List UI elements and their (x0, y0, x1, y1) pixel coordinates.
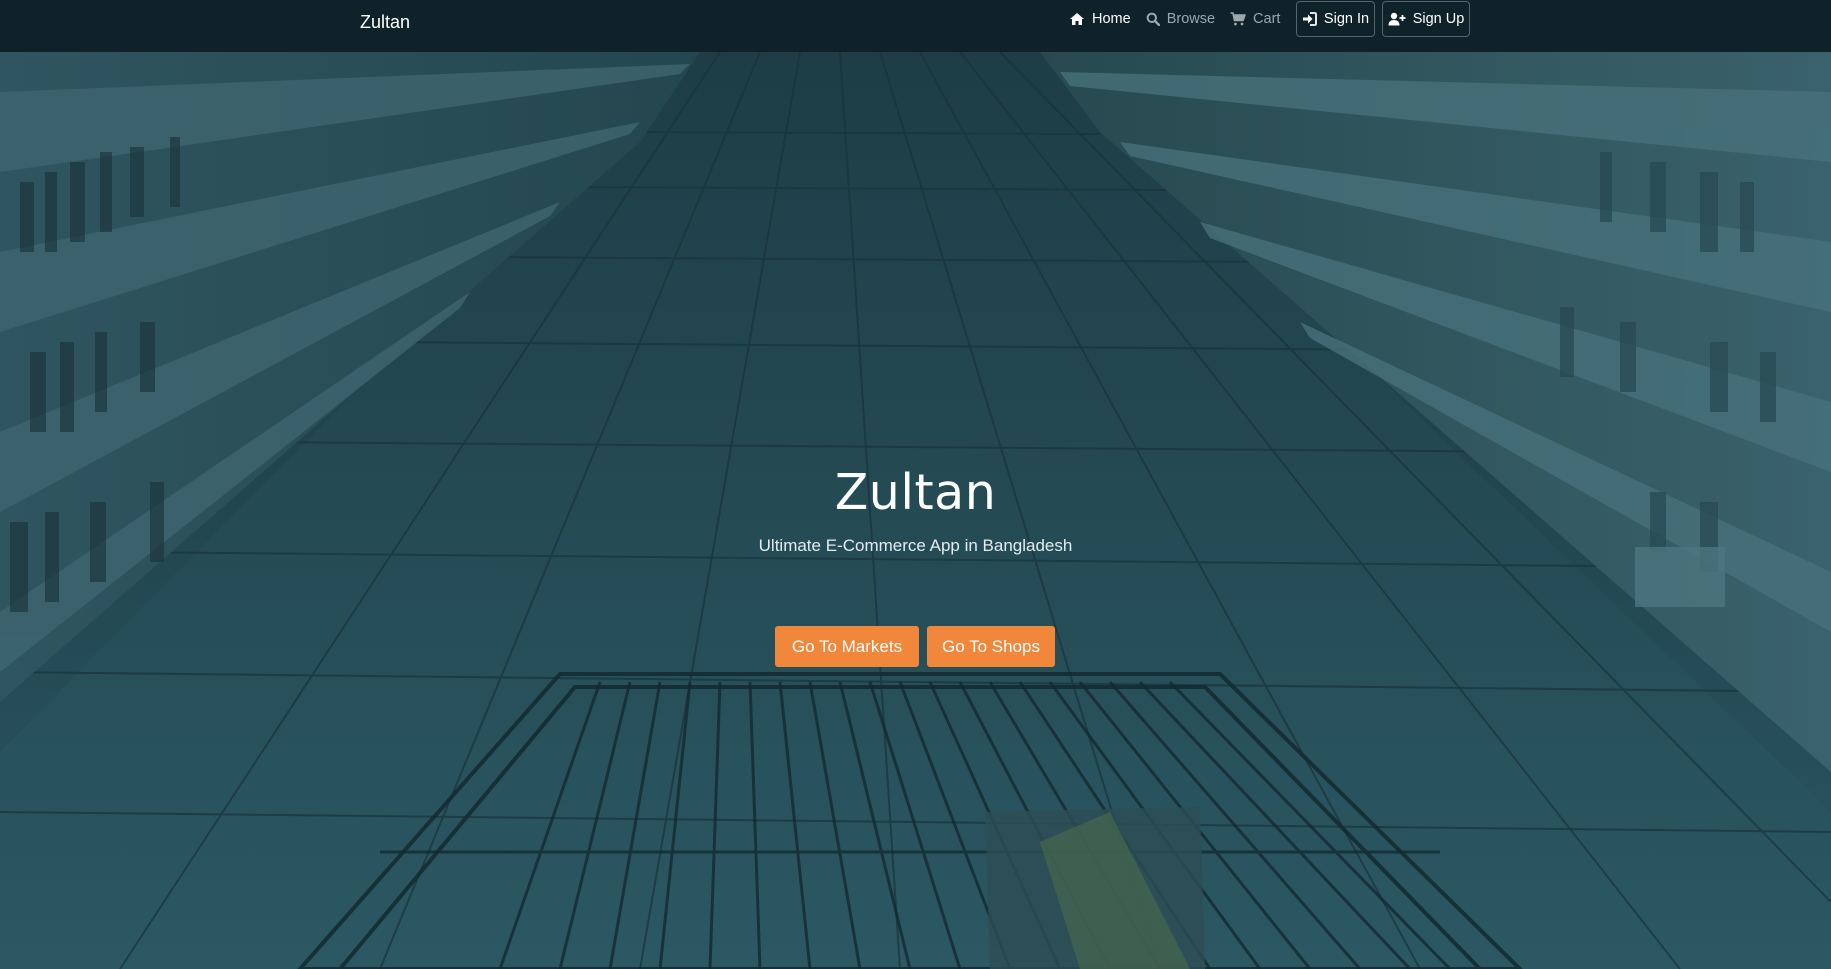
nav-cart-label: Cart (1253, 11, 1281, 27)
user-plus-icon (1388, 12, 1406, 26)
hero-cta-group: Go To Markets Go To Shops (775, 626, 1055, 667)
nav-home-link[interactable]: Home (1069, 11, 1131, 27)
go-to-markets-button[interactable]: Go To Markets (775, 626, 919, 667)
hero-title: Zultan (834, 464, 997, 521)
nav-links: Home Browse Cart (1069, 9, 1295, 29)
hero-section: Zultan Ultimate E-Commerce App in Bangla… (0, 52, 1831, 969)
go-to-shops-button[interactable]: Go To Shops (927, 626, 1055, 667)
nav-home-label: Home (1092, 11, 1131, 27)
search-icon (1146, 12, 1160, 26)
nav-browse-label: Browse (1166, 11, 1216, 27)
nav-cart-link[interactable]: Cart (1230, 11, 1280, 27)
sign-up-button[interactable]: Sign Up (1382, 1, 1470, 37)
navbar: Zultan Home Browse Cart Sign In Sign Up (0, 0, 1831, 52)
home-icon (1070, 13, 1084, 25)
sign-up-label: Sign Up (1412, 11, 1465, 27)
brand-link[interactable]: Zultan (360, 12, 410, 33)
sign-in-label: Sign In (1323, 11, 1370, 27)
cart-icon (1230, 12, 1246, 26)
hero-subtitle: Ultimate E-Commerce App in Bangladesh (758, 536, 1073, 555)
sign-in-button[interactable]: Sign In (1296, 1, 1375, 37)
sign-in-icon (1302, 12, 1317, 26)
nav-browse-link[interactable]: Browse (1146, 11, 1215, 27)
